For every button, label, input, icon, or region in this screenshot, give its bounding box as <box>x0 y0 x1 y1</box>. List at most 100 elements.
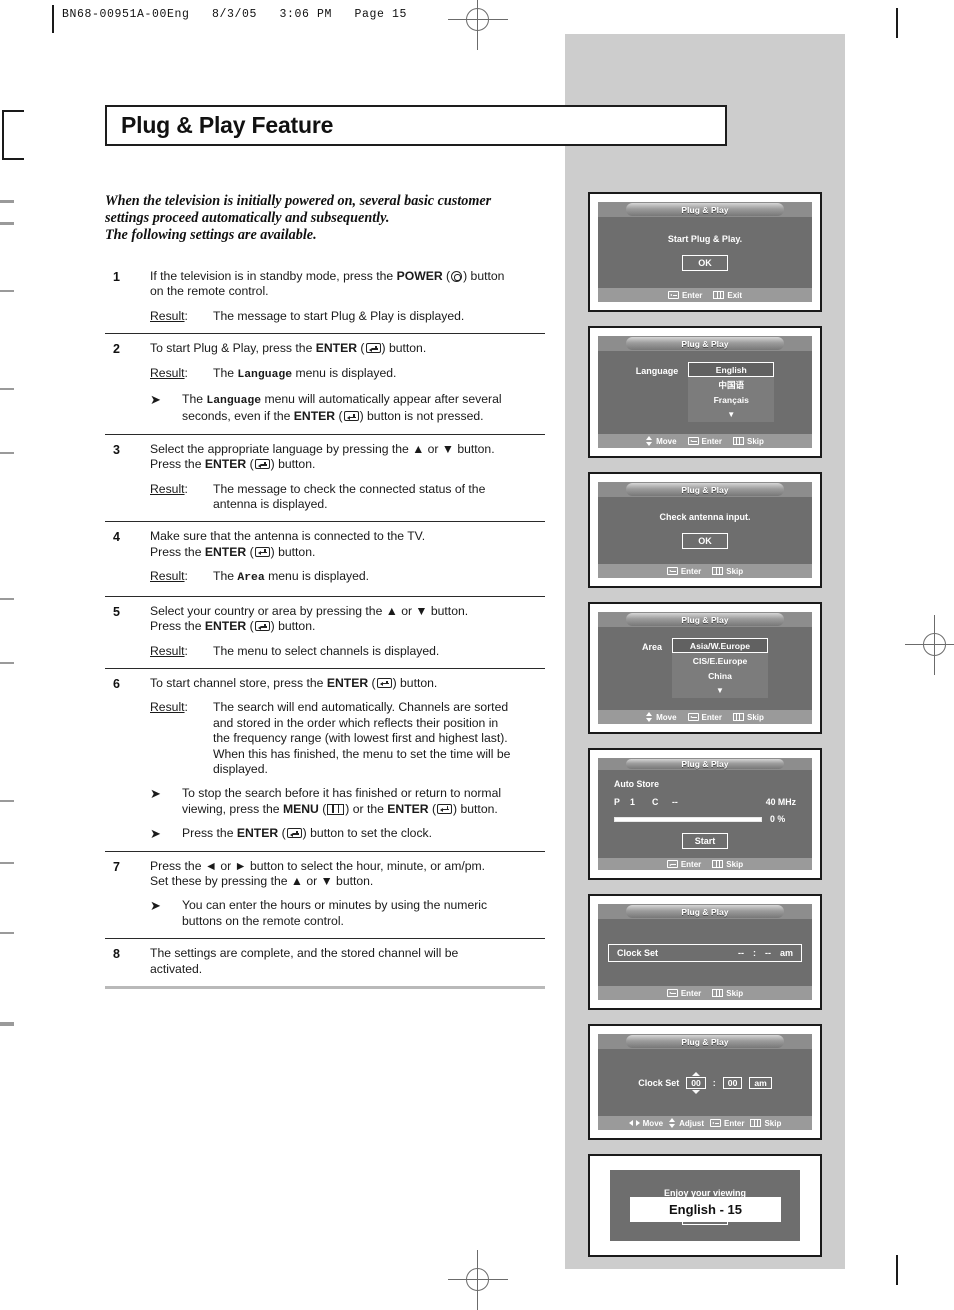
footer-label: Move <box>656 436 677 446</box>
enter-icon <box>254 459 270 470</box>
step-text: If the television is in standby mode, pr… <box>150 269 397 283</box>
scan-status-row: P 1 C -- 40 MHz <box>614 797 796 807</box>
updown-icon <box>669 1118 676 1128</box>
meridiem-value[interactable]: am <box>749 1076 772 1089</box>
enter-icon <box>437 803 453 814</box>
result-row: Result: The Area menu is displayed. <box>150 569 545 586</box>
paren-open: ( <box>246 544 254 559</box>
footer-enter[interactable]: Enter <box>667 291 702 300</box>
ok-button[interactable]: OK <box>682 255 728 271</box>
enter-button-name: ENTER <box>204 619 247 634</box>
footer-enter[interactable]: Enter <box>709 1119 744 1128</box>
ok-button[interactable]: OK <box>682 533 728 549</box>
paren-close: ) button. <box>381 341 427 356</box>
language-label: Language <box>635 366 679 376</box>
footer-label: Move <box>642 1118 664 1128</box>
result-colon: : <box>184 365 188 380</box>
step-text: To start Plug & Play, press the <box>150 341 316 356</box>
enter-button-name: ENTER <box>204 544 247 559</box>
footer-label: Skip <box>747 436 764 446</box>
paren-open: ( <box>246 457 254 472</box>
time-separator: : <box>752 947 756 958</box>
menu-icon <box>733 713 744 721</box>
paren-close: ) button. <box>453 801 498 816</box>
osd-footer: Move Enter Skip <box>598 434 812 448</box>
minute-value[interactable]: 00 <box>722 1076 743 1089</box>
stepper-up-icon[interactable] <box>692 1071 701 1076</box>
auto-store-heading: Auto Store <box>614 779 659 790</box>
footer-enter[interactable]: Enter <box>687 713 722 722</box>
hour-value[interactable]: 00 <box>686 1076 706 1089</box>
step-text-cont: Set these by pressing the ▲ or ▼ button. <box>150 873 374 888</box>
step-number: 3 <box>113 442 120 457</box>
footer-skip[interactable]: Skip <box>750 1119 781 1128</box>
option-cis-eeurope[interactable]: CIS/E.Europe <box>672 653 768 668</box>
osd-screenshot-column: Plug & Play Start Plug & Play. OK Enter … <box>588 192 822 1271</box>
frequency-value: 40 MHz <box>765 797 796 808</box>
footer-label: Skip <box>726 859 744 869</box>
enter-button-name: ENTER <box>293 409 336 424</box>
footer-move[interactable]: Move <box>646 436 677 446</box>
option-asia-weurope[interactable]: Asia/W.Europe <box>672 638 768 653</box>
scroll-down-icon[interactable]: ▼ <box>672 683 768 698</box>
power-icon <box>451 271 463 282</box>
result-row: Result: The message to start Plug & Play… <box>150 309 545 324</box>
osd-body: Start Plug & Play. OK <box>598 217 812 288</box>
footer-skip[interactable]: Skip <box>733 437 764 446</box>
enter-button-name: ENTER <box>326 675 369 690</box>
footer-skip[interactable]: Skip <box>712 567 743 576</box>
step-instruction: The settings are complete, and the store… <box>150 946 545 977</box>
footer-enter[interactable]: Enter <box>666 859 702 869</box>
footer-enter[interactable]: Enter <box>666 567 701 576</box>
footer-enter[interactable]: Enter <box>666 989 701 998</box>
scroll-down-icon[interactable]: ▼ <box>688 407 774 422</box>
footer-enter[interactable]: Enter <box>687 437 722 446</box>
result-text: The Area menu is displayed. <box>213 569 545 586</box>
stepper-down-icon[interactable] <box>692 1089 701 1094</box>
paren-open: ( <box>442 269 451 283</box>
footer-move[interactable]: Move <box>646 712 677 722</box>
option-china[interactable]: China <box>672 668 768 683</box>
step-text: To start channel store, press the <box>150 675 327 690</box>
option-chinese[interactable]: 中国语 <box>688 377 774 392</box>
footer-adjust[interactable]: Adjust <box>669 1118 704 1128</box>
note-prefix: The <box>182 392 207 407</box>
step-instruction: Select your country or area by pressing … <box>150 604 545 635</box>
osd-message: Start Plug & Play. <box>667 234 743 244</box>
hour-value[interactable]: -- <box>738 948 744 958</box>
result-label: Result: <box>150 366 213 383</box>
option-english[interactable]: English <box>688 362 775 377</box>
footer-label: Enter <box>680 859 702 869</box>
note-conj: ) or the <box>345 801 388 816</box>
result-prefix: The <box>213 365 238 380</box>
osd-footer: Move Adjust Enter Skip <box>598 1116 812 1130</box>
channel-label: C <box>652 797 659 808</box>
meridiem-value[interactable]: am <box>780 948 793 958</box>
option-french[interactable]: Français <box>688 392 774 407</box>
note-suffix: ) button is not pressed. <box>359 409 484 424</box>
channel-value: -- <box>672 797 678 808</box>
clock-set-field[interactable]: Clock Set -- : -- am <box>608 943 802 962</box>
result-row: Result: The Language menu is displayed. <box>150 366 545 383</box>
footer-skip[interactable]: Skip <box>733 713 764 722</box>
note-row: ➤ To stop the search before it has finis… <box>150 786 545 817</box>
margin-tick <box>0 862 14 864</box>
enter-icon <box>376 677 392 688</box>
minute-value[interactable]: -- <box>765 948 771 958</box>
margin-tick <box>0 200 14 203</box>
result-word: Result <box>150 700 185 715</box>
osd-body: Auto Store P 1 C -- 40 MHz 0 % Start <box>598 770 812 858</box>
step-4: 4 Make sure that the antenna is connecte… <box>105 521 545 595</box>
step-6: 6 To start channel store, press the ENTE… <box>105 667 545 851</box>
footer-exit[interactable]: Exit <box>713 291 742 300</box>
step-number: 7 <box>113 859 120 874</box>
enter-icon <box>687 713 699 721</box>
hour-stepper[interactable]: 00 <box>686 1071 706 1094</box>
footer-skip[interactable]: Skip <box>712 860 743 869</box>
margin-tick <box>0 388 14 390</box>
start-button[interactable]: Start <box>682 833 728 850</box>
footer-move[interactable]: Move <box>628 1118 664 1128</box>
clock-set-label: Clock Set <box>617 947 659 958</box>
footer-skip[interactable]: Skip <box>712 989 743 998</box>
osd-screen-auto-store: Plug & Play Auto Store P 1 C -- 40 MHz 0… <box>588 748 822 880</box>
